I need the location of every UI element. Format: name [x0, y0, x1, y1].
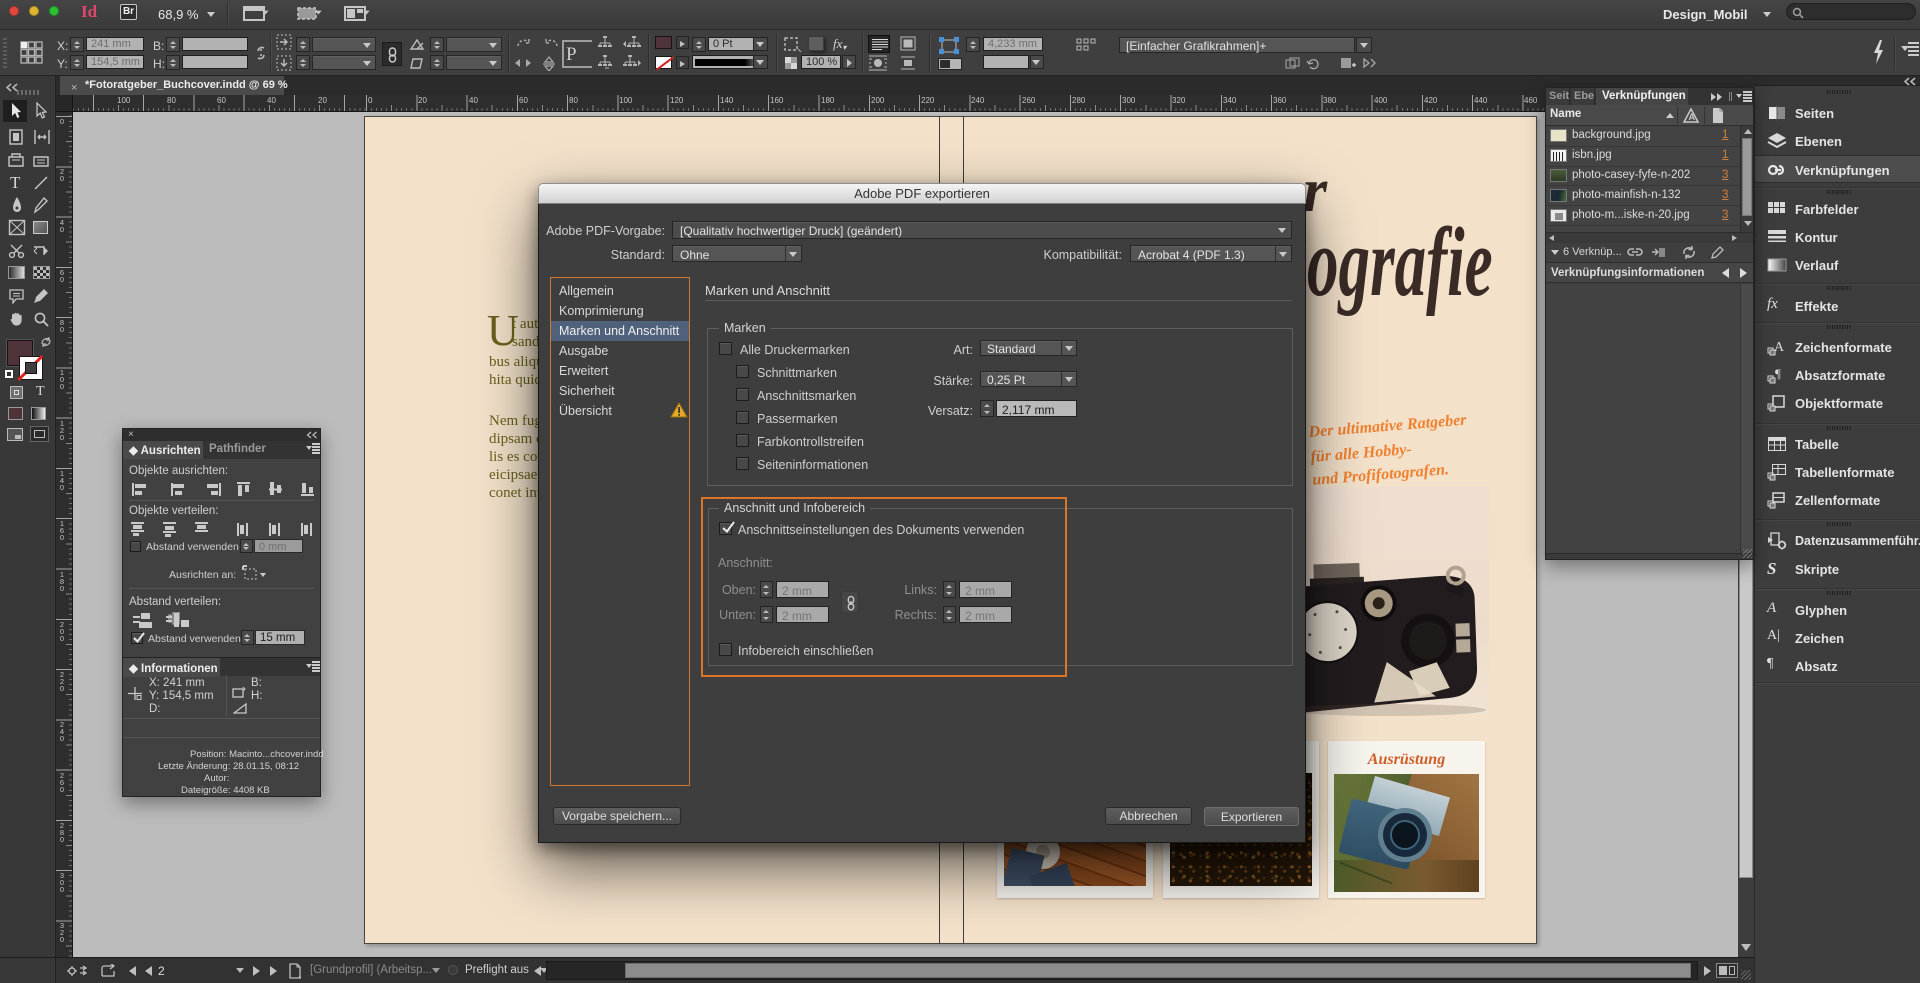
svg-text:A: A: [1689, 112, 1696, 122]
svg-text:¶: ¶: [1775, 366, 1781, 381]
svg-text:A: A: [1774, 340, 1785, 355]
